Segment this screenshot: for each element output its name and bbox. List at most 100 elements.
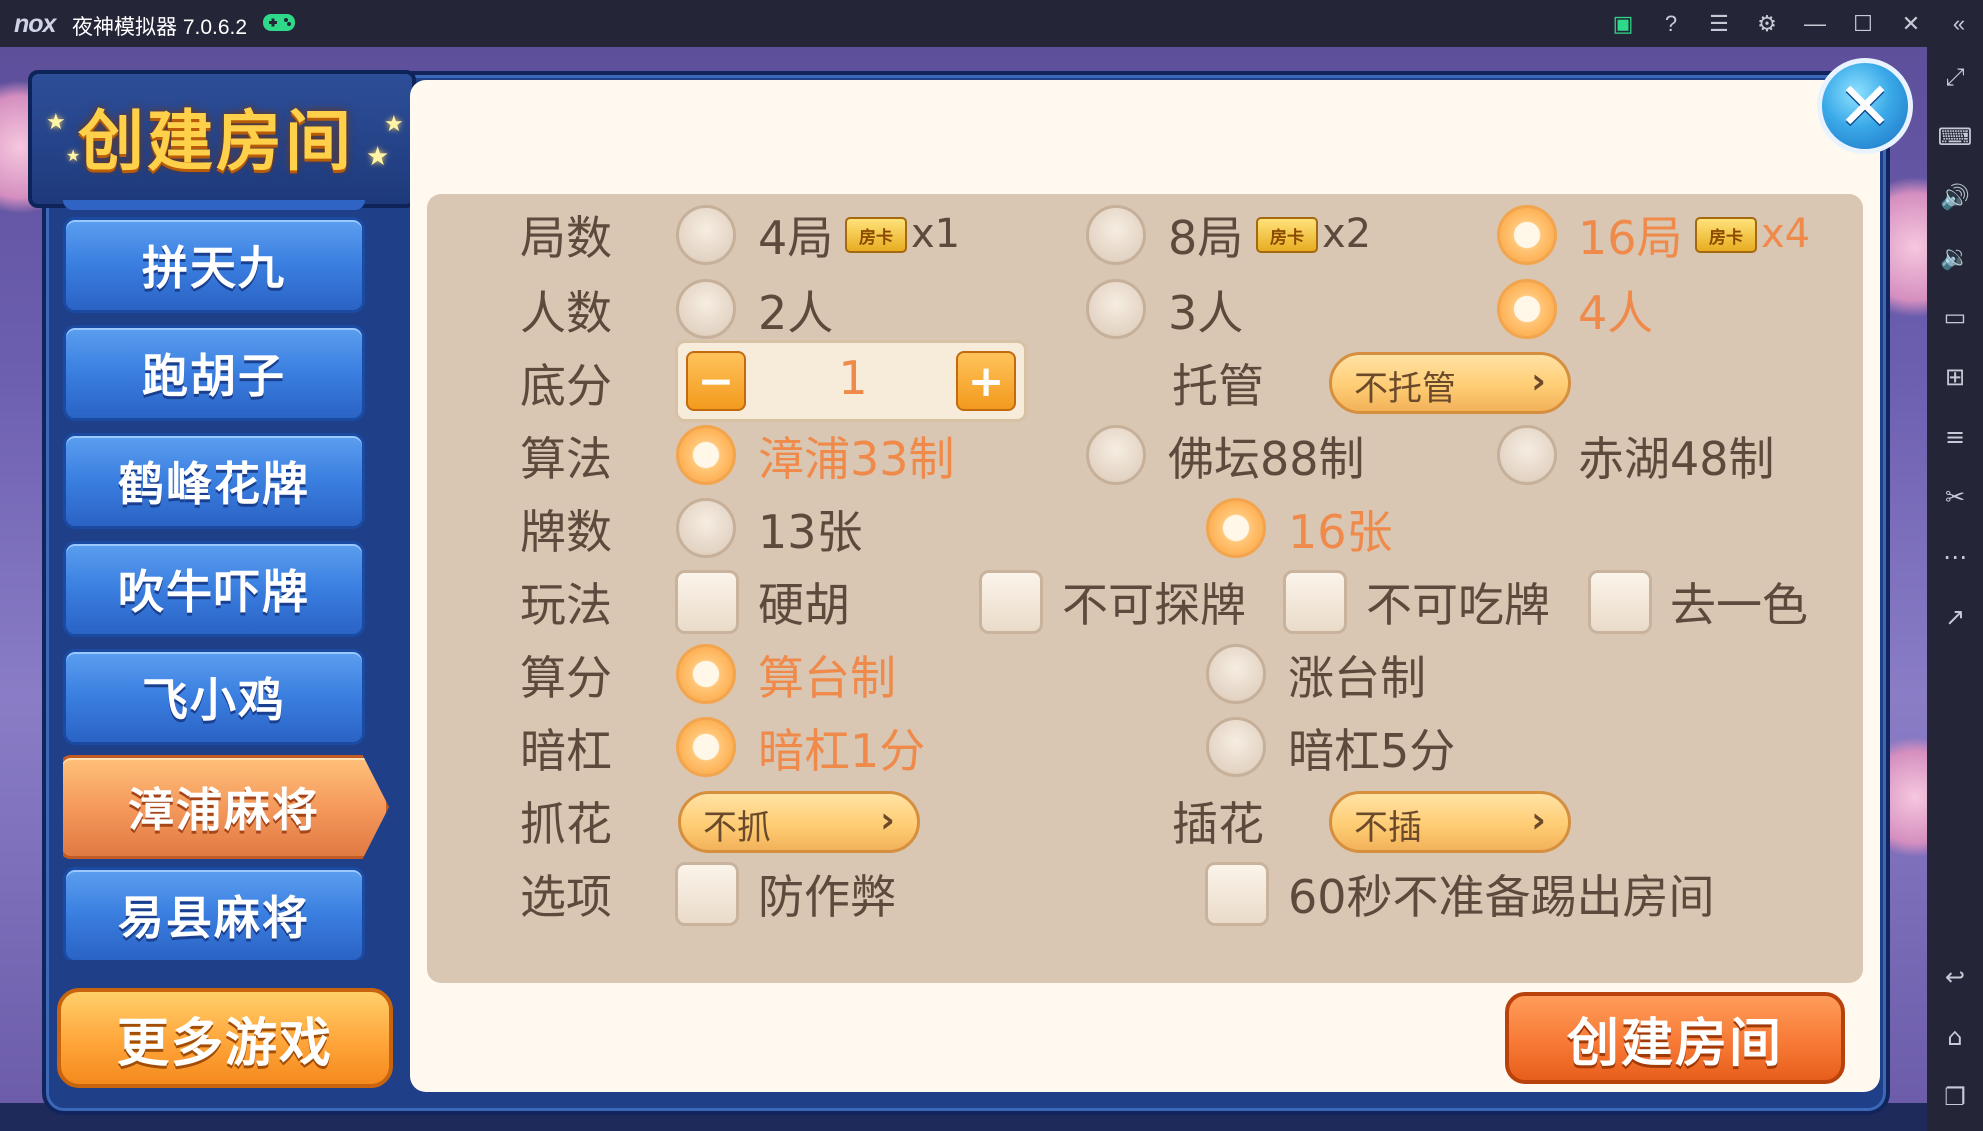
radio-tiles-16[interactable] xyxy=(1206,498,1266,558)
row-label-tiles: 牌数 xyxy=(520,505,612,559)
back-icon[interactable]: ↩ xyxy=(1927,947,1983,1007)
row-label-rule: 算法 xyxy=(520,432,612,486)
radio-scoring-zhangtai[interactable] xyxy=(1206,644,1266,704)
radio-rounds-4[interactable] xyxy=(676,205,736,265)
radio-tiles-13[interactable] xyxy=(676,498,736,558)
radio-rounds-8[interactable] xyxy=(1086,205,1146,265)
room-card-icon: 房卡 xyxy=(845,217,907,253)
apk-install-icon[interactable]: ⊞ xyxy=(1927,347,1983,407)
checkbox-anti-cheat[interactable] xyxy=(675,862,739,926)
option-label: 4人 xyxy=(1578,286,1654,340)
option-label: 防作弊 xyxy=(758,870,896,924)
option-label: 不可吃牌 xyxy=(1366,578,1550,632)
keyboard-icon[interactable]: ⌨ xyxy=(1927,107,1983,167)
window-title: 夜神模拟器 7.0.6.2 xyxy=(72,16,248,39)
checkbox-no-peek[interactable] xyxy=(979,570,1043,634)
checkbox-kick-unready[interactable] xyxy=(1205,862,1269,926)
radio-rounds-16[interactable] xyxy=(1497,205,1557,265)
game-item-active[interactable]: 漳浦麻将 xyxy=(63,755,389,859)
option-label: 16局 xyxy=(1578,211,1683,265)
more-icon[interactable]: ⋯ xyxy=(1927,527,1983,587)
game-item[interactable]: 飞小鸡 xyxy=(63,649,365,745)
gamepad-icon[interactable] xyxy=(262,11,296,33)
base-score-value: 1 xyxy=(838,351,868,405)
option-label: 暗杠1分 xyxy=(758,724,926,778)
room-card-icon: 房卡 xyxy=(1695,217,1757,253)
option-label: 赤湖48制 xyxy=(1578,432,1775,486)
draw-flower-dropdown[interactable]: 不抓 › xyxy=(678,791,920,853)
radio-players-4[interactable] xyxy=(1497,279,1557,339)
row-label-options: 选项 xyxy=(520,870,612,924)
checkbox-hard-hu[interactable] xyxy=(675,570,739,634)
settings-icon[interactable]: ⚙ xyxy=(1743,0,1791,47)
dropdown-value: 不插 xyxy=(1354,808,1422,848)
nox-logo: nox xyxy=(14,10,56,38)
star-icon: ★ xyxy=(66,146,81,165)
create-room-button[interactable]: 创建房间 xyxy=(1505,992,1845,1084)
multi-instance-icon[interactable]: ≡ xyxy=(1927,407,1983,467)
option-label: 8局 xyxy=(1168,211,1244,265)
star-icon: ★ xyxy=(384,112,404,137)
row-label-insert-flower: 插花 xyxy=(1172,797,1264,851)
row-label-play: 玩法 xyxy=(520,578,612,632)
fullscreen-icon[interactable]: ⤢ xyxy=(1927,47,1983,107)
scissors-icon[interactable]: ✂ xyxy=(1927,467,1983,527)
option-label: 2人 xyxy=(758,286,834,340)
dialog-title: 创建房间 xyxy=(78,103,354,180)
close-x-icon[interactable]: ✕ xyxy=(1817,58,1913,154)
row-label-draw-flower: 抓花 xyxy=(520,797,612,851)
option-label: 硬胡 xyxy=(758,578,850,632)
game-item[interactable]: 拼天九 xyxy=(63,217,365,313)
option-label: 涨台制 xyxy=(1288,651,1426,705)
row-label-base-score: 底分 xyxy=(520,359,612,413)
row-label-hidden-kong: 暗杠 xyxy=(520,724,612,778)
screen-icon[interactable]: ▭ xyxy=(1927,287,1983,347)
minimize-icon[interactable]: — xyxy=(1791,0,1839,47)
option-label: 3人 xyxy=(1168,286,1244,340)
game-item[interactable]: 易县麻将 xyxy=(63,867,365,960)
option-label: 漳浦33制 xyxy=(758,432,955,486)
auto-play-dropdown[interactable]: 不托管 › xyxy=(1329,352,1571,414)
card-cost: x2 xyxy=(1322,211,1372,257)
radio-rule-zhangpu33[interactable] xyxy=(676,425,736,485)
plus-button[interactable]: + xyxy=(956,351,1016,411)
row-label-rounds: 局数 xyxy=(520,211,612,265)
maximize-icon[interactable]: ☐ xyxy=(1839,0,1887,47)
option-label: 不可探牌 xyxy=(1062,578,1246,632)
option-label: 4局 xyxy=(758,211,834,265)
game-item[interactable]: 吹牛吓牌 xyxy=(63,541,365,637)
close-icon[interactable]: ✕ xyxy=(1887,0,1935,47)
option-label: 13张 xyxy=(758,505,863,559)
radio-rule-fotan88[interactable] xyxy=(1086,425,1146,485)
radio-players-3[interactable] xyxy=(1086,279,1146,339)
chevron-right-icon: › xyxy=(1531,361,1546,402)
menu-icon[interactable]: ☰ xyxy=(1695,0,1743,47)
volume-down-icon[interactable]: 🔉 xyxy=(1927,227,1983,287)
game-item[interactable]: 跑胡子 xyxy=(63,325,365,421)
radio-players-2[interactable] xyxy=(676,279,736,339)
radio-kong-5[interactable] xyxy=(1206,717,1266,777)
game-list: 拼天九 跑胡子 鹤峰花牌 吹牛吓牌 飞小鸡 漳浦麻将 易县麻将 xyxy=(63,200,398,960)
app-center-icon[interactable]: ▣ xyxy=(1599,0,1647,47)
game-item[interactable]: 鹤峰花牌 xyxy=(63,433,365,529)
option-label: 去一色 xyxy=(1670,578,1808,632)
radio-kong-1[interactable] xyxy=(676,717,736,777)
row-label-scoring: 算分 xyxy=(520,651,612,705)
insert-flower-dropdown[interactable]: 不插 › xyxy=(1329,791,1571,853)
more-games-button[interactable]: 更多游戏 xyxy=(57,988,393,1088)
checkbox-remove-suit[interactable] xyxy=(1588,570,1652,634)
row-label-players: 人数 xyxy=(520,286,612,340)
emulator-titlebar: nox 夜神模拟器 7.0.6.2 ▣ ? ☰ ⚙ — ☐ ✕ « xyxy=(0,0,1983,47)
emulator-sidebar: ⤢ ⌨ 🔊 🔉 ▭ ⊞ ≡ ✂ ⋯ ↗ ↩ ⌂ ❐ xyxy=(1927,47,1983,1131)
radio-rule-chihu48[interactable] xyxy=(1497,425,1557,485)
minus-button[interactable]: − xyxy=(686,351,746,411)
room-card-icon: 房卡 xyxy=(1256,217,1318,253)
home-icon[interactable]: ⌂ xyxy=(1927,1007,1983,1067)
recent-apps-icon[interactable]: ❐ xyxy=(1927,1067,1983,1127)
volume-up-icon[interactable]: 🔊 xyxy=(1927,167,1983,227)
collapse-icon[interactable]: « xyxy=(1935,0,1983,47)
help-icon[interactable]: ? xyxy=(1647,0,1695,47)
radio-scoring-tai[interactable] xyxy=(676,644,736,704)
export-icon[interactable]: ↗ xyxy=(1927,587,1983,647)
checkbox-no-chi[interactable] xyxy=(1283,570,1347,634)
